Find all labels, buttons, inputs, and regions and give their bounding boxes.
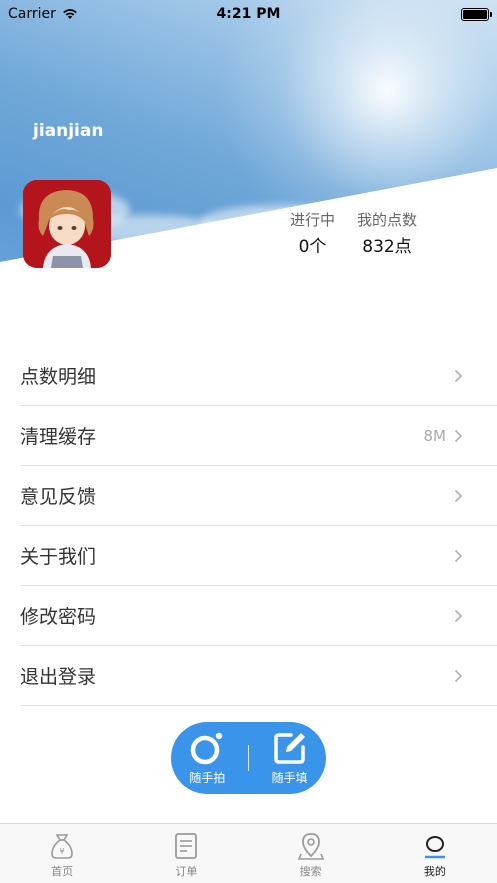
chevron-right-icon (454, 489, 463, 502)
tab-label: 订单 (175, 865, 198, 878)
menu-item-clear-cache[interactable]: 清理缓存 8M (20, 406, 497, 466)
stat-label: 进行中 (290, 211, 336, 229)
stat-value: 832点 (362, 237, 412, 257)
chevron-right-icon (454, 669, 463, 682)
menu-item-about-us[interactable]: 关于我们 (20, 526, 497, 586)
quick-action-pill: 随手拍 随手填 (171, 722, 326, 794)
menu-item-feedback[interactable]: 意见反馈 (20, 466, 497, 526)
username: jianjian (33, 121, 104, 141)
carrier-label: Carrier (8, 6, 56, 22)
location-pin-icon (297, 833, 324, 860)
quick-photo-button[interactable]: 随手拍 (175, 731, 239, 786)
stat-in-progress[interactable]: 进行中 0个 (290, 209, 335, 257)
profile-icon (424, 836, 445, 859)
quick-photo-label: 随手拍 (189, 770, 226, 785)
menu-item-change-password[interactable]: 修改密码 (20, 586, 497, 646)
tab-orders[interactable]: 订单 (124, 824, 248, 883)
fab-divider (247, 745, 249, 771)
tab-label: 搜索 (299, 865, 322, 878)
battery-icon (460, 7, 492, 21)
tab-bar: ¥ 首页 订单 搜索 我的 (0, 823, 497, 883)
avatar[interactable] (23, 180, 111, 268)
svg-text:¥: ¥ (60, 847, 65, 856)
chevron-right-icon (454, 369, 463, 382)
stat-value: 0个 (298, 237, 327, 257)
menu-item-label: 退出登录 (20, 666, 97, 688)
quick-fill-label: 随手填 (271, 770, 308, 785)
menu-item-points-detail[interactable]: 点数明细 (20, 346, 497, 406)
tab-search[interactable]: 搜索 (249, 824, 373, 883)
edit-icon (273, 732, 305, 764)
tab-mine[interactable]: 我的 (373, 824, 497, 883)
tab-home[interactable]: ¥ 首页 (0, 824, 124, 883)
menu-item-label: 修改密码 (20, 606, 97, 628)
profile-stats: 进行中 0个 我的点数 832点 (290, 209, 417, 257)
menu-item-label: 意见反馈 (20, 486, 97, 508)
camera-ring-icon (191, 732, 223, 764)
quick-fill-button[interactable]: 随手填 (258, 731, 322, 786)
menu-item-label: 点数明细 (20, 366, 97, 388)
avatar-illustration (23, 180, 111, 268)
money-bag-icon: ¥ (51, 834, 73, 859)
stat-label: 我的点数 (357, 211, 418, 229)
stat-points[interactable]: 我的点数 832点 (357, 209, 417, 257)
chevron-right-icon (454, 549, 463, 562)
profile-header: Carrier 4:21 PM jianjian 进行中 0个 我的点数 832… (0, 0, 497, 300)
status-bar: Carrier 4:21 PM (0, 0, 497, 28)
menu-item-label: 关于我们 (20, 546, 97, 568)
chevron-right-icon (454, 429, 463, 442)
menu-item-label: 清理缓存 (20, 426, 97, 448)
clock: 4:21 PM (216, 6, 281, 22)
cache-size: 8M (423, 426, 447, 445)
menu-item-logout[interactable]: 退出登录 (20, 646, 497, 706)
chevron-right-icon (454, 609, 463, 622)
document-icon (175, 833, 198, 859)
tab-label: 首页 (51, 865, 74, 878)
tab-label: 我的 (423, 865, 446, 878)
settings-menu: 点数明细 清理缓存 8M 意见反馈 关于我们 修改密码 退出登录 (20, 346, 497, 706)
wifi-icon (63, 9, 77, 19)
